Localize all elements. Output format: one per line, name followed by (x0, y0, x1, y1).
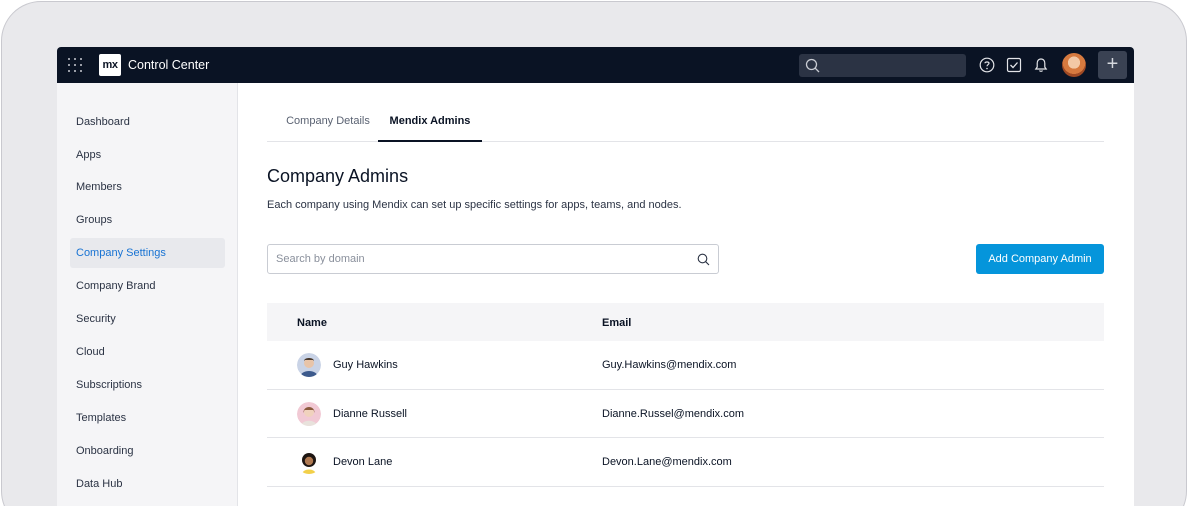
sidebar-item-cloud[interactable]: Cloud (70, 337, 225, 367)
sidebar-item-members[interactable]: Members (70, 172, 225, 202)
sidebar-item-templates[interactable]: Templates (70, 403, 225, 433)
sidebar-item-company-brand[interactable]: Company Brand (70, 271, 225, 301)
admin-email: Guy.Hawkins@mendix.com (602, 359, 737, 371)
admin-name: Dianne Russell (333, 407, 407, 420)
column-header-name: Name (297, 317, 327, 329)
admin-name: Guy Hawkins (333, 359, 398, 371)
sidebar-item-data-hub[interactable]: Data Hub (70, 469, 225, 499)
table-row[interactable]: Devon Lane Devon.Lane@mendix.com (267, 438, 1104, 487)
domain-search-field[interactable] (267, 244, 719, 274)
main-content: Company Details Mendix Admins Company Ad… (238, 83, 1134, 506)
apps-grid-icon[interactable] (67, 57, 83, 73)
global-search-input[interactable] (799, 54, 966, 77)
admin-email: Dianne.Russel@mendix.com (602, 407, 745, 420)
search-icon (805, 58, 820, 73)
sidebar: Dashboard Apps Members Groups Company Se… (57, 83, 238, 506)
search-icon[interactable] (697, 253, 710, 266)
sidebar-item-subscriptions[interactable]: Subscriptions (70, 370, 225, 400)
avatar (297, 401, 321, 426)
avatar (297, 353, 321, 377)
admin-email: Devon.Lane@mendix.com (602, 456, 732, 468)
page-description: Each company using Mendix can set up spe… (267, 199, 682, 211)
user-avatar[interactable] (1062, 53, 1086, 77)
domain-search-input[interactable] (276, 245, 686, 273)
table-row[interactable]: Dianne Russell Dianne.Russel@mendix.com (267, 390, 1104, 438)
sidebar-item-onboarding[interactable]: Onboarding (70, 436, 225, 466)
column-header-email: Email (602, 317, 632, 329)
sidebar-item-security[interactable]: Security (70, 304, 225, 334)
tasks-icon[interactable] (1006, 57, 1022, 73)
tab-bar: Company Details Mendix Admins (267, 105, 1104, 142)
page-title: Company Admins (267, 166, 409, 186)
sidebar-item-company-settings[interactable]: Company Settings (70, 238, 225, 268)
app-window: mx Control Center + Dashboard Apps Membe… (57, 47, 1134, 506)
add-company-admin-button[interactable]: Add Company Admin (976, 244, 1104, 274)
sidebar-item-groups[interactable]: Groups (70, 205, 225, 235)
admins-table: Name Email Guy Hawkins Guy.Hawkins@mendi… (267, 303, 1104, 487)
sidebar-item-dashboard[interactable]: Dashboard (70, 107, 225, 137)
table-header: Name Email (267, 303, 1104, 341)
mendix-logo[interactable]: mx (99, 54, 121, 76)
help-icon[interactable] (979, 57, 995, 73)
tab-mendix-admins[interactable]: Mendix Admins (378, 105, 482, 142)
admin-name: Devon Lane (333, 456, 393, 468)
tab-company-details[interactable]: Company Details (279, 105, 377, 142)
avatar (297, 450, 321, 474)
table-row[interactable]: Guy Hawkins Guy.Hawkins@mendix.com (267, 341, 1104, 390)
device-frame: mx Control Center + Dashboard Apps Membe… (1, 1, 1187, 506)
sidebar-item-apps[interactable]: Apps (70, 140, 225, 170)
add-new-button[interactable]: + (1098, 51, 1127, 79)
top-bar: mx Control Center + (57, 47, 1134, 83)
app-title: Control Center (128, 58, 210, 72)
bell-icon[interactable] (1033, 57, 1049, 73)
